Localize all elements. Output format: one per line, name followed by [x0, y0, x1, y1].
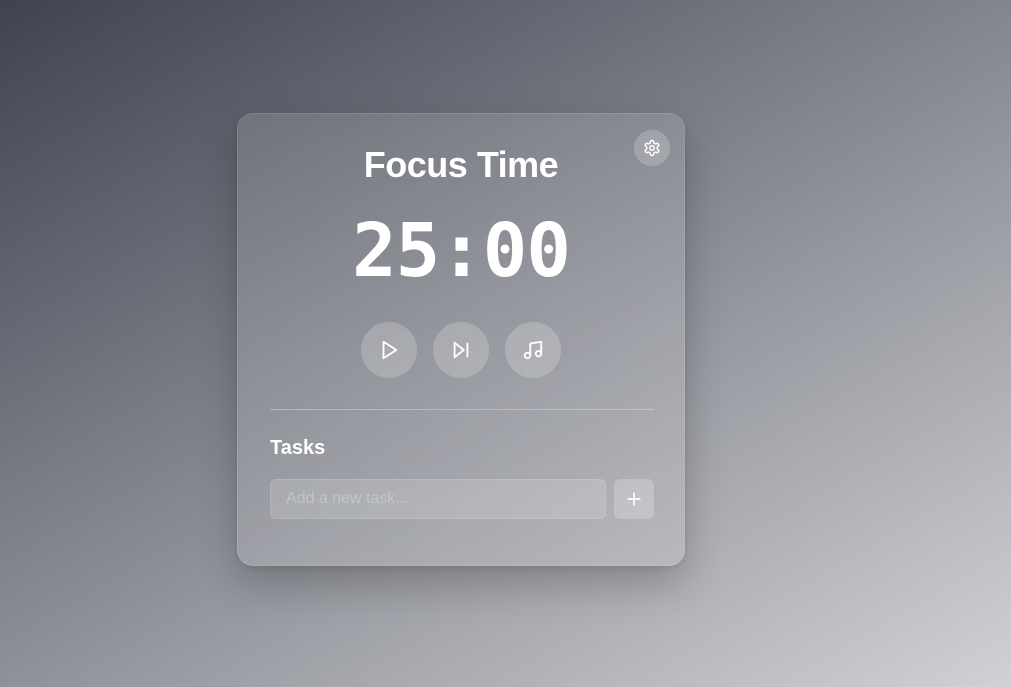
- new-task-input[interactable]: [270, 479, 606, 519]
- timer-display: 25:00: [352, 208, 571, 294]
- play-button[interactable]: [361, 322, 417, 378]
- skip-button[interactable]: [433, 322, 489, 378]
- pomodoro-card: Focus Time 25:00 Tasks Add a new task...: [237, 113, 685, 566]
- tasks-heading: Tasks: [270, 437, 326, 459]
- page-title: Focus Time: [363, 144, 559, 185]
- music-button[interactable]: [505, 322, 561, 378]
- timer-controls: [238, 322, 684, 378]
- add-task-button[interactable]: [614, 479, 654, 519]
- play-icon: [378, 339, 400, 361]
- plus-icon: [624, 489, 644, 509]
- music-note-icon: [522, 339, 544, 361]
- section-divider: [270, 409, 654, 410]
- skip-forward-icon: [450, 339, 472, 361]
